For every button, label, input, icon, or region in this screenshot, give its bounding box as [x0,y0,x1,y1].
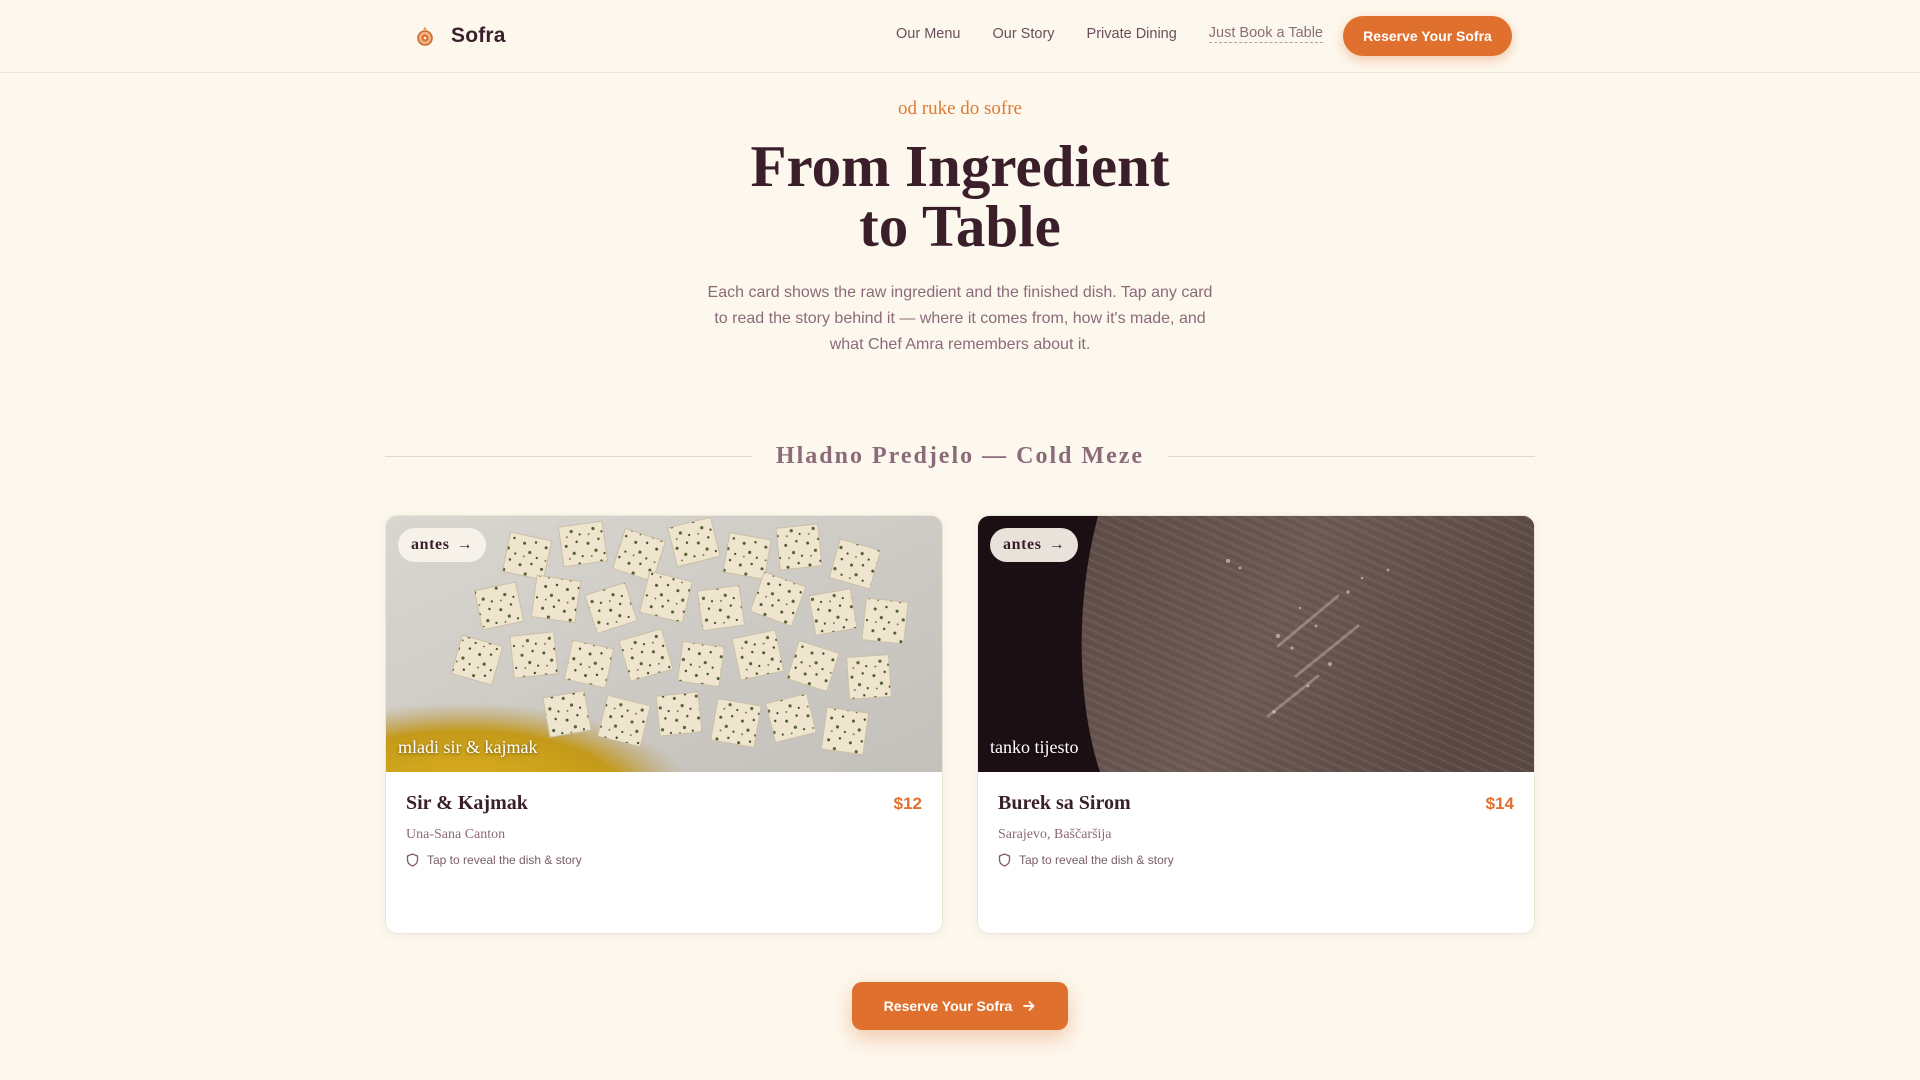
arrow-right-icon: → [1048,536,1066,553]
shield-icon [406,853,419,867]
dish-name: Sir & Kajmak [406,792,528,814]
card-title-row: Sir & Kajmak $12 [406,792,922,815]
ingredient-image: antes → mladi sir & kajmak [386,516,942,772]
reserve-bottom-label: Reserve Your Sofra [883,998,1013,1014]
arrow-right-icon [1023,1001,1035,1011]
dish-price: $12 [893,794,922,813]
nav-link-our-story[interactable]: Our Story [992,26,1054,42]
divider-left [385,455,752,457]
nav-link-book-table[interactable]: Just Book a Table [1208,25,1323,43]
dish-price: $14 [1485,794,1514,813]
reveal-hint-text: Tap to reveal the dish & story [427,853,582,867]
nav-link-private-dining[interactable]: Private Dining [1087,26,1177,42]
reveal-hint: Tap to reveal the dish & story [406,853,922,867]
ingredient-caption: tanko tijesto [990,737,1079,757]
badge-label: antes [1003,536,1042,553]
reveal-hint: Tap to reveal the dish & story [998,853,1514,867]
brand[interactable]: Sofra [413,20,506,52]
section-heading: Hladno Predjelo — Cold Meze [385,441,1535,471]
dish-card-sir-kajmak[interactable]: antes → mladi sir & kajmak Sir & Kajmak … [385,515,943,934]
badge-label: antes [411,536,450,553]
dish-origin: Una-Sana Canton [406,827,506,842]
hero-title-line-2: to Table [859,193,1061,259]
reserve-button[interactable]: Reserve Your Sofra [1343,16,1512,56]
nav-link-our-menu[interactable]: Our Menu [896,26,960,42]
shield-icon [998,853,1011,867]
pomegranate-icon [417,27,433,46]
reserve-bottom-button[interactable]: Reserve Your Sofra [852,982,1068,1030]
arrow-right-icon: → [456,536,474,553]
ingredient-toggle-badge[interactable]: antes → [398,528,487,562]
top-nav: Sofra Our Menu Our Story Private Dining … [0,0,1920,73]
brand-name: Sofra [451,24,506,47]
hero-title: From Ingredient to Table [0,136,1920,256]
ingredient-toggle-badge[interactable]: antes → [990,528,1079,562]
section-title: Hladno Predjelo — Cold Meze [775,442,1145,469]
ingredient-caption: mladi sir & kajmak [398,737,538,757]
card-body: Burek sa Sirom $14 Sarajevo, Baščaršija … [998,792,1514,867]
dish-card-burek-sa-sirom[interactable]: antes → tanko tijesto Burek sa Sirom $14… [977,515,1535,934]
hero-description: Each card shows the raw ingredient and t… [707,284,1213,353]
nav-links: Our Menu Our Story Private Dining Just B… [896,25,1323,43]
divider-right [1168,455,1535,457]
reveal-hint-text: Tap to reveal the dish & story [1019,853,1174,867]
hero-title-line-1: From Ingredient [750,133,1170,199]
hero-eyebrow: od ruke do sofre [898,98,1022,119]
ingredient-image: antes → tanko tijesto [978,516,1534,772]
dish-origin: Sarajevo, Baščaršija [998,827,1112,842]
dish-name: Burek sa Sirom [998,792,1131,814]
card-body: Sir & Kajmak $12 Una-Sana Canton Tap to … [406,792,922,867]
card-title-row: Burek sa Sirom $14 [998,792,1514,815]
